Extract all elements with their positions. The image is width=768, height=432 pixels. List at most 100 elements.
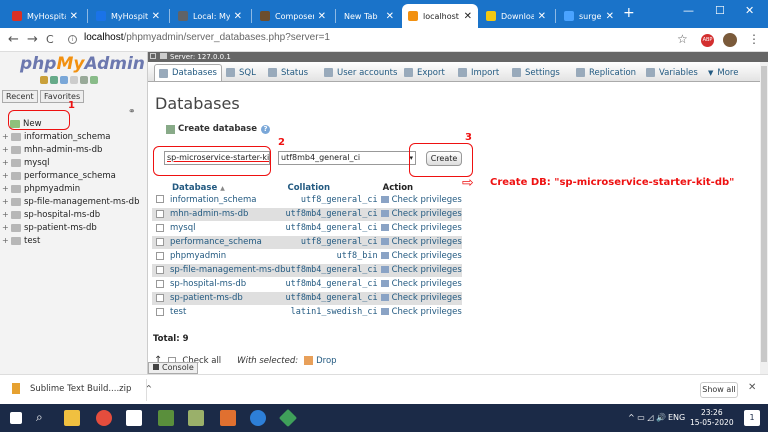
expand-icon[interactable]: + — [2, 236, 11, 245]
table-row[interactable]: mhn-admin-ms-db utf8mb4_general_ci Check p… — [152, 207, 462, 222]
expand-icon[interactable]: + — [2, 132, 11, 141]
expand-icon[interactable]: + — [2, 158, 11, 167]
row-checkbox[interactable] — [156, 279, 164, 288]
close-icon[interactable]: ✕ — [152, 11, 160, 22]
check-privileges-link[interactable]: Check privileges — [392, 209, 462, 219]
app-icon[interactable] — [158, 410, 174, 426]
recent-button[interactable]: Recent — [2, 90, 38, 103]
minimize-button[interactable]: — — [683, 4, 694, 17]
expand-icon[interactable]: + — [2, 184, 11, 193]
database-link[interactable]: information_schema — [170, 195, 257, 205]
close-icon[interactable]: ✕ — [318, 11, 326, 22]
tree-item[interactable]: + mysql — [2, 156, 139, 169]
database-link[interactable]: sp-hospital-ms-db — [170, 279, 246, 289]
database-link[interactable]: mysql — [170, 223, 196, 233]
profile-avatar[interactable] — [723, 33, 737, 47]
tree-item[interactable]: + mhn-admin-ms-db — [2, 143, 139, 156]
column-header-database[interactable]: Database ▲ — [152, 182, 285, 193]
check-privileges-link[interactable]: Check privileges — [392, 237, 462, 247]
language-indicator[interactable]: ENG — [668, 413, 685, 422]
tree-item[interactable]: + sp-file-management-ms-db — [2, 195, 139, 208]
database-link[interactable]: test — [170, 307, 186, 317]
phpmyadmin-logo[interactable]: phpMyAdmin — [20, 54, 145, 74]
database-link[interactable]: performance_schema — [170, 237, 262, 247]
tree-item[interactable]: + sp-hospital-ms-db — [2, 208, 139, 221]
row-checkbox[interactable] — [156, 307, 164, 316]
home-icon[interactable] — [40, 76, 48, 84]
system-tray[interactable]: ^ ▭ ◿ 🔊 — [628, 413, 666, 422]
row-checkbox[interactable] — [156, 237, 164, 246]
blank-document-icon[interactable] — [126, 410, 142, 426]
tree-item[interactable]: + information_schema — [2, 130, 139, 143]
system-clock[interactable]: 23:26 15-05-2020 — [690, 408, 734, 428]
check-privileges-link[interactable]: Check privileges — [392, 307, 462, 317]
console-toggle[interactable]: Console — [148, 362, 198, 374]
maximize-button[interactable]: ☐ — [715, 4, 725, 17]
close-icon[interactable]: ✕ — [464, 11, 472, 22]
table-row[interactable]: phpmyadmin utf8_bin Check privileges — [152, 249, 462, 264]
table-row[interactable]: sp-hospital-ms-db utf8mb4_general_ci Check… — [152, 277, 462, 292]
table-row[interactable]: sp-file-management-ms-db utf8mb4_general_… — [152, 263, 462, 278]
table-row[interactable]: test latin1_swedish_ci Check privileges — [152, 305, 462, 320]
browser-tab-1[interactable]: MyHospital ✕ — [90, 4, 166, 28]
scrollbar-thumb[interactable] — [761, 66, 767, 362]
expand-icon[interactable]: + — [2, 210, 11, 219]
collapse-nav-icon[interactable] — [150, 53, 156, 59]
collation-select[interactable]: utf8mb4_general_ci ▾ — [278, 151, 416, 165]
close-icon[interactable]: ✕ — [70, 11, 78, 22]
help-icon[interactable]: ? — [260, 124, 270, 134]
table-row[interactable]: sp-patient-ms-db utf8mb4_general_ci Check … — [152, 291, 462, 306]
server-breadcrumb[interactable]: Server: 127.0.0.1 — [148, 52, 768, 62]
chrome-icon[interactable] — [96, 410, 112, 426]
notification-center-icon[interactable]: 1 — [744, 410, 760, 426]
adblock-extension-icon[interactable]: ABP — [701, 34, 714, 47]
tab-user-accounts[interactable]: User accounts — [320, 64, 401, 81]
check-privileges-link[interactable]: Check privileges — [392, 251, 462, 261]
browser-tab-5-active[interactable]: localhost / ✕ — [402, 4, 478, 28]
forward-button[interactable]: → — [27, 32, 38, 47]
check-privileges-link[interactable]: Check privileges — [392, 223, 462, 233]
browser-menu-icon[interactable]: ⋮ — [748, 32, 760, 46]
xampp-icon[interactable] — [220, 410, 236, 426]
column-header-collation[interactable]: Collation — [285, 182, 380, 193]
expand-icon[interactable]: + — [2, 171, 11, 180]
close-icon[interactable]: ✕ — [538, 11, 546, 22]
close-icon[interactable]: ✕ — [234, 11, 242, 22]
docs-icon[interactable] — [70, 76, 78, 84]
row-checkbox[interactable] — [156, 251, 164, 260]
tree-item[interactable]: + test — [2, 234, 139, 247]
tree-item[interactable]: + phpmyadmin — [2, 182, 139, 195]
expand-icon[interactable]: + — [2, 197, 11, 206]
reload-nav-icon[interactable] — [90, 76, 98, 84]
database-link[interactable]: phpmyadmin — [170, 251, 226, 261]
browser-tab-4[interactable]: New Tab ✕ — [338, 4, 400, 28]
row-checkbox[interactable] — [156, 293, 164, 302]
tab-more[interactable]: ▼ More — [704, 64, 742, 81]
database-link[interactable]: mhn-admin-ms-db — [170, 209, 248, 219]
tab-variables[interactable]: Variables — [642, 64, 702, 81]
table-row[interactable]: information_schema utf8_general_ci Check p… — [152, 193, 462, 208]
help-icon[interactable] — [60, 76, 68, 84]
row-checkbox[interactable] — [156, 195, 164, 204]
row-checkbox[interactable] — [156, 265, 164, 274]
check-privileges-link[interactable]: Check privileges — [392, 265, 462, 275]
tree-item[interactable]: + performance_schema — [2, 169, 139, 182]
expand-icon[interactable]: + — [2, 145, 11, 154]
windows-start-icon[interactable] — [10, 412, 22, 424]
check-privileges-link[interactable]: Check privileges — [392, 293, 462, 303]
drop-button[interactable]: Drop — [316, 356, 336, 366]
address-bar[interactable]: localhost/phpmyadmin/server_databases.ph… — [84, 32, 330, 43]
main-scrollbar[interactable] — [760, 62, 768, 374]
gear-icon[interactable] — [80, 76, 88, 84]
file-explorer-icon[interactable] — [64, 410, 80, 426]
browser-tab-7[interactable]: surgeryplan ✕ — [558, 4, 620, 28]
link-with-main-icon[interactable]: ⚭ — [128, 107, 136, 117]
row-checkbox[interactable] — [156, 223, 164, 232]
table-row[interactable]: mysql utf8mb4_general_ci Check privileges — [152, 221, 462, 236]
check-privileges-link[interactable]: Check privileges — [392, 195, 462, 205]
search-icon[interactable]: ⌕ — [36, 410, 52, 426]
browser-tab-3[interactable]: Composer ✕ — [254, 4, 332, 28]
tab-databases[interactable]: Databases — [154, 64, 222, 81]
check-privileges-link[interactable]: Check privileges — [392, 279, 462, 289]
bookmark-star-icon[interactable]: ☆ — [677, 32, 688, 46]
